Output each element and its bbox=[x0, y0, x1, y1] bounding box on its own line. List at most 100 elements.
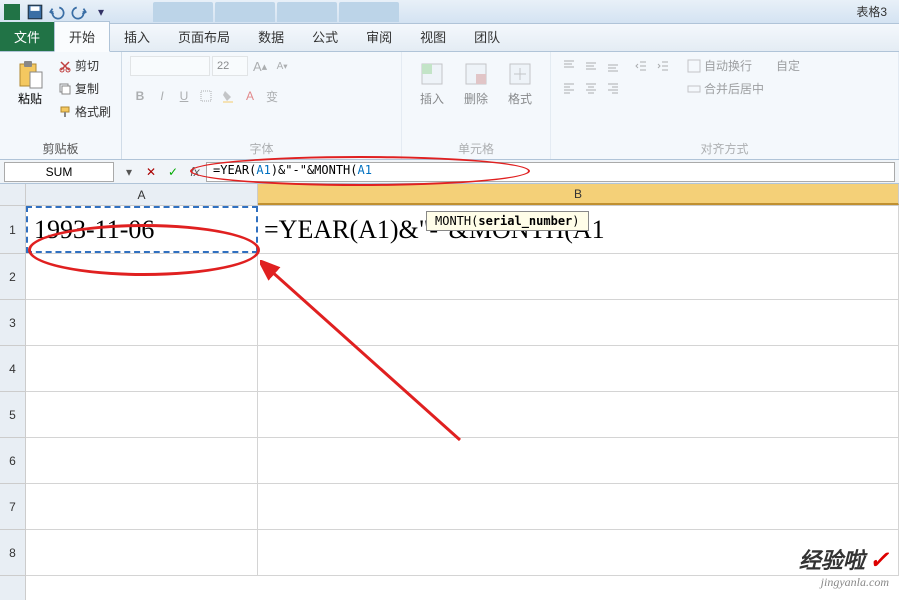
col-header[interactable]: A bbox=[26, 184, 258, 205]
tab-home[interactable]: 开始 bbox=[54, 21, 110, 52]
border-button[interactable] bbox=[196, 86, 216, 106]
row-header[interactable]: 1 bbox=[0, 206, 25, 254]
format-cell-button[interactable]: 格式 bbox=[498, 56, 542, 109]
browser-tab[interactable] bbox=[215, 2, 275, 22]
align-center-icon[interactable] bbox=[581, 78, 601, 98]
ribbon-group-align: 自动换行 合并后居中 自定 对齐方式 bbox=[551, 52, 899, 159]
tab-team[interactable]: 团队 bbox=[460, 22, 514, 51]
grid-row bbox=[26, 484, 899, 530]
watermark-brand: 经验啦 bbox=[799, 548, 865, 573]
browser-tab[interactable] bbox=[339, 2, 399, 22]
cell[interactable] bbox=[26, 300, 258, 345]
paste-button[interactable]: 粘贴 bbox=[8, 56, 52, 109]
wrap-text-button[interactable]: 自动换行 bbox=[685, 56, 766, 75]
format-painter-button[interactable]: 格式刷 bbox=[56, 102, 113, 121]
undo-icon[interactable] bbox=[48, 3, 66, 21]
name-box[interactable]: SUM bbox=[4, 162, 114, 182]
tab-view[interactable]: 视图 bbox=[406, 22, 460, 51]
cell[interactable] bbox=[26, 484, 258, 529]
ribbon-group-font: A▴ A▾ B I U A 变 字体 bbox=[122, 52, 402, 159]
align-left-icon[interactable] bbox=[559, 78, 579, 98]
row-header[interactable]: 4 bbox=[0, 346, 25, 392]
tab-page-layout[interactable]: 页面布局 bbox=[164, 22, 244, 51]
function-tooltip: MONTH(serial_number) bbox=[426, 211, 589, 231]
font-name-input[interactable] bbox=[130, 56, 210, 76]
increase-font-icon[interactable]: A▴ bbox=[250, 56, 270, 76]
bold-button[interactable]: B bbox=[130, 86, 150, 106]
delete-cell-button[interactable]: 删除 bbox=[454, 56, 498, 109]
cell[interactable] bbox=[258, 484, 899, 529]
cancel-formula-icon[interactable]: ✕ bbox=[140, 162, 162, 182]
cell[interactable] bbox=[258, 438, 899, 483]
cell[interactable] bbox=[26, 530, 258, 575]
watermark: 经验啦✓ jingyanla.com bbox=[799, 543, 889, 590]
auto-set-button[interactable]: 自定 bbox=[774, 56, 802, 75]
cell[interactable] bbox=[26, 254, 258, 299]
select-all-corner[interactable] bbox=[0, 184, 25, 206]
col-header[interactable]: B bbox=[258, 184, 899, 205]
row-header[interactable]: 5 bbox=[0, 392, 25, 438]
cell[interactable] bbox=[26, 392, 258, 437]
phonetic-button[interactable]: 变 bbox=[262, 86, 282, 106]
font-group-title: 字体 bbox=[130, 138, 393, 157]
align-middle-icon[interactable] bbox=[581, 56, 601, 76]
row-header[interactable]: 7 bbox=[0, 484, 25, 530]
grid-row bbox=[26, 392, 899, 438]
save-icon[interactable] bbox=[26, 3, 44, 21]
font-color-button[interactable]: A bbox=[240, 86, 260, 106]
row-header[interactable]: 8 bbox=[0, 530, 25, 576]
tab-review[interactable]: 审阅 bbox=[352, 22, 406, 51]
align-right-icon[interactable] bbox=[603, 78, 623, 98]
tab-insert[interactable]: 插入 bbox=[110, 22, 164, 51]
formula-input[interactable]: =YEAR(A1)&"-"&MONTH(A1 bbox=[206, 162, 895, 182]
cell[interactable] bbox=[258, 254, 899, 299]
decrease-font-icon[interactable]: A▾ bbox=[272, 56, 292, 76]
browser-tab[interactable] bbox=[153, 2, 213, 22]
cell[interactable] bbox=[26, 346, 258, 391]
grid-row bbox=[26, 254, 899, 300]
fill-color-button[interactable] bbox=[218, 86, 238, 106]
watermark-url: jingyanla.com bbox=[799, 575, 889, 590]
confirm-formula-icon[interactable]: ✓ bbox=[162, 162, 184, 182]
tab-data[interactable]: 数据 bbox=[244, 22, 298, 51]
file-tab[interactable]: 文件 bbox=[0, 22, 54, 51]
align-top-icon[interactable] bbox=[559, 56, 579, 76]
redo-icon[interactable] bbox=[70, 3, 88, 21]
ribbon-group-clipboard: 粘贴 剪切 复制 格式刷 剪贴板 bbox=[0, 52, 122, 159]
copy-label: 复制 bbox=[75, 80, 99, 97]
browser-tab[interactable] bbox=[277, 2, 337, 22]
insert-cell-button[interactable]: 插入 bbox=[410, 56, 454, 109]
cell[interactable] bbox=[258, 346, 899, 391]
delete-label: 删除 bbox=[464, 90, 488, 107]
tab-formulas[interactable]: 公式 bbox=[298, 22, 352, 51]
underline-button[interactable]: U bbox=[174, 86, 194, 106]
name-box-dropdown-icon[interactable]: ▾ bbox=[118, 162, 140, 182]
cut-button[interactable]: 剪切 bbox=[56, 56, 113, 75]
app-icon bbox=[4, 4, 20, 20]
align-group-title: 对齐方式 bbox=[559, 138, 890, 157]
merge-center-button[interactable]: 合并后居中 bbox=[685, 79, 766, 98]
cell[interactable] bbox=[258, 300, 899, 345]
italic-button[interactable]: I bbox=[152, 86, 172, 106]
cell[interactable] bbox=[26, 438, 258, 483]
tooltip-suffix: ) bbox=[572, 214, 579, 228]
font-size-input[interactable] bbox=[212, 56, 248, 76]
fx-icon[interactable]: fx bbox=[184, 162, 206, 182]
window-title: 表格3 bbox=[856, 3, 895, 20]
row-header[interactable]: 2 bbox=[0, 254, 25, 300]
indent-decrease-icon[interactable] bbox=[631, 56, 651, 76]
align-bottom-icon[interactable] bbox=[603, 56, 623, 76]
tooltip-arg: serial_number bbox=[478, 214, 572, 228]
formula-bar: SUM ▾ ✕ ✓ fx =YEAR(A1)&"-"&MONTH(A1 bbox=[0, 160, 899, 184]
ribbon-group-cells: 插入 删除 格式 单元格 bbox=[402, 52, 551, 159]
row-header[interactable]: 3 bbox=[0, 300, 25, 346]
cell-a1[interactable]: 1993-11-06 bbox=[26, 206, 258, 253]
copy-button[interactable]: 复制 bbox=[56, 79, 113, 98]
insert-label: 插入 bbox=[420, 90, 444, 107]
format-label: 格式 bbox=[508, 90, 532, 107]
qat-dropdown-icon[interactable]: ▾ bbox=[92, 3, 110, 21]
indent-increase-icon[interactable] bbox=[653, 56, 673, 76]
row-header[interactable]: 6 bbox=[0, 438, 25, 484]
row-headers: 1 2 3 4 5 6 7 8 bbox=[0, 184, 26, 600]
cell[interactable] bbox=[258, 392, 899, 437]
